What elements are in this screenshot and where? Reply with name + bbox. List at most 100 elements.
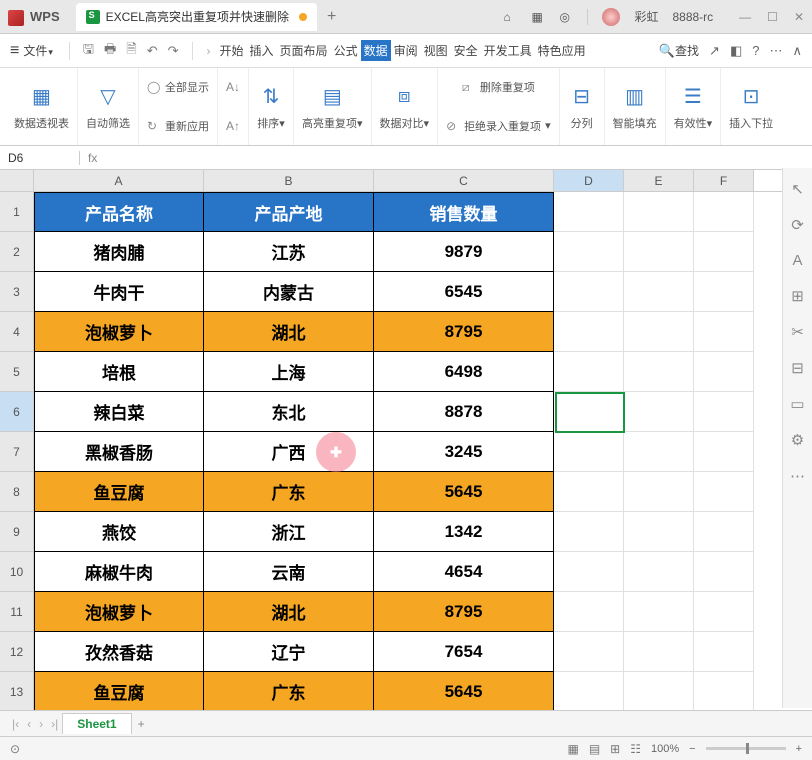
table-header[interactable]: 产品产地 — [204, 192, 374, 232]
cell[interactable] — [694, 672, 754, 710]
reject-dup-button[interactable]: ⊘拒绝录入重复项▾ — [446, 107, 551, 146]
row-header[interactable]: 3 — [0, 272, 34, 312]
cell[interactable]: 1342 — [374, 512, 554, 552]
cell[interactable] — [554, 672, 624, 710]
zoom-out-button[interactable]: − — [689, 743, 695, 755]
document-tab[interactable]: EXCEL高亮突出重复项并快速删除 — [76, 3, 317, 31]
cell[interactable]: 泡椒萝卜 — [34, 592, 204, 632]
sort-desc-button[interactable]: A↑ — [226, 107, 240, 146]
col-header-c[interactable]: C — [374, 170, 554, 191]
cell[interactable]: 8795 — [374, 312, 554, 352]
cell[interactable]: 东北 — [204, 392, 374, 432]
autofilter-button[interactable]: ▽自动筛选 — [78, 68, 139, 145]
highlight-dup-button[interactable]: ▤高亮重复项▾ — [294, 68, 372, 145]
row-header[interactable]: 12 — [0, 632, 34, 672]
tab-insert[interactable]: 插入 — [247, 42, 277, 59]
cell[interactable] — [554, 552, 624, 592]
cell[interactable]: 5645 — [374, 472, 554, 512]
row-header[interactable]: 7 — [0, 432, 34, 472]
row-header[interactable]: 11 — [0, 592, 34, 632]
spreadsheet-grid[interactable]: A B C D E F 1 产品名称 产品产地 销售数量 2 猪肉脯 江苏 98… — [0, 170, 812, 710]
cell[interactable] — [554, 632, 624, 672]
cell[interactable]: 广东 — [204, 672, 374, 710]
cell[interactable]: 孜然香菇 — [34, 632, 204, 672]
cell[interactable] — [694, 592, 754, 632]
zoom-slider[interactable] — [706, 747, 786, 750]
tab-start[interactable]: 开始 — [217, 42, 247, 59]
row-header[interactable]: 5 — [0, 352, 34, 392]
cell[interactable] — [554, 352, 624, 392]
add-sheet-button[interactable]: + — [138, 717, 145, 731]
cell[interactable]: 鱼豆腐 — [34, 672, 204, 710]
row-header[interactable]: 1 — [0, 192, 34, 232]
row-header[interactable]: 13 — [0, 672, 34, 710]
cell[interactable]: 8795 — [374, 592, 554, 632]
cell[interactable] — [694, 232, 754, 272]
side-sync-icon[interactable]: ⟳ — [791, 216, 804, 234]
fx-icon[interactable]: fx — [80, 151, 105, 165]
redo-icon[interactable]: ↷ — [168, 43, 179, 59]
search-button[interactable]: 🔍查找 — [659, 42, 699, 59]
side-select-icon[interactable]: ↖ — [791, 180, 804, 198]
cell[interactable] — [554, 592, 624, 632]
row-header[interactable]: 6 — [0, 392, 34, 432]
side-tool-icon[interactable]: ⚙ — [791, 431, 804, 449]
help-icon[interactable]: ? — [752, 43, 759, 58]
cell[interactable] — [624, 592, 694, 632]
print-icon[interactable]: 🖶 — [104, 40, 116, 62]
tab-formula[interactable]: 公式 — [331, 42, 361, 59]
cell[interactable]: 上海 — [204, 352, 374, 392]
side-text-icon[interactable]: A — [792, 252, 802, 269]
cell[interactable]: 鱼豆腐 — [34, 472, 204, 512]
tab-review[interactable]: 审阅 — [391, 42, 421, 59]
cell[interactable] — [624, 312, 694, 352]
tab-pagelayout[interactable]: 页面布局 — [277, 42, 331, 59]
cell[interactable] — [554, 272, 624, 312]
name-box[interactable]: D6 — [0, 151, 80, 165]
maximize-icon[interactable]: ☐ — [767, 10, 778, 24]
cell[interactable]: 黑椒香肠 — [34, 432, 204, 472]
tab-data[interactable]: 数据 — [361, 40, 391, 61]
cell[interactable] — [694, 512, 754, 552]
sort-asc-button[interactable]: A↓ — [226, 68, 240, 107]
col-header-e[interactable]: E — [624, 170, 694, 191]
cell[interactable]: 内蒙古 — [204, 272, 374, 312]
cell[interactable]: 9879 — [374, 232, 554, 272]
preview-icon[interactable]: 🗎 — [126, 40, 136, 62]
cell[interactable]: 牛肉干 — [34, 272, 204, 312]
cell[interactable]: 3245 — [374, 432, 554, 472]
row-header[interactable]: 10 — [0, 552, 34, 592]
cell[interactable]: 湖北 — [204, 312, 374, 352]
cell[interactable]: 泡椒萝卜 — [34, 312, 204, 352]
cell[interactable] — [624, 672, 694, 710]
cell[interactable] — [554, 192, 624, 232]
reapply-button[interactable]: ↻重新应用 — [147, 107, 209, 146]
tab-security[interactable]: 安全 — [451, 42, 481, 59]
pivot-button[interactable]: ▦数据透视表 — [6, 68, 78, 145]
close-icon[interactable]: ✕ — [794, 10, 804, 24]
cell[interactable]: 辽宁 — [204, 632, 374, 672]
view-reading-icon[interactable]: ☷ — [630, 742, 641, 756]
sheet-first-icon[interactable]: |‹ — [12, 717, 19, 731]
split-col-button[interactable]: ⊟分列 — [560, 68, 605, 145]
col-header-a[interactable]: A — [34, 170, 204, 191]
view-page-icon[interactable]: ▤ — [589, 742, 600, 756]
record-icon[interactable]: ⊙ — [10, 742, 20, 756]
cell[interactable]: 8878 — [374, 392, 554, 432]
cell[interactable]: 猪肉脯 — [34, 232, 204, 272]
collapse-icon[interactable]: ◧ — [730, 43, 742, 59]
cell[interactable]: 6498 — [374, 352, 554, 392]
side-db-icon[interactable]: ⊟ — [791, 359, 804, 377]
row-header[interactable]: 4 — [0, 312, 34, 352]
cell[interactable]: 燕饺 — [34, 512, 204, 552]
view-normal-icon[interactable]: ▦ — [567, 742, 578, 756]
row-header[interactable]: 2 — [0, 232, 34, 272]
new-tab-button[interactable]: + — [327, 8, 336, 26]
cell[interactable] — [694, 312, 754, 352]
validity-button[interactable]: ☰有效性▾ — [666, 68, 722, 145]
cell[interactable] — [624, 632, 694, 672]
col-header-b[interactable]: B — [204, 170, 374, 191]
cell[interactable] — [624, 472, 694, 512]
zoom-in-button[interactable]: + — [796, 743, 802, 755]
cell[interactable]: 湖北 — [204, 592, 374, 632]
